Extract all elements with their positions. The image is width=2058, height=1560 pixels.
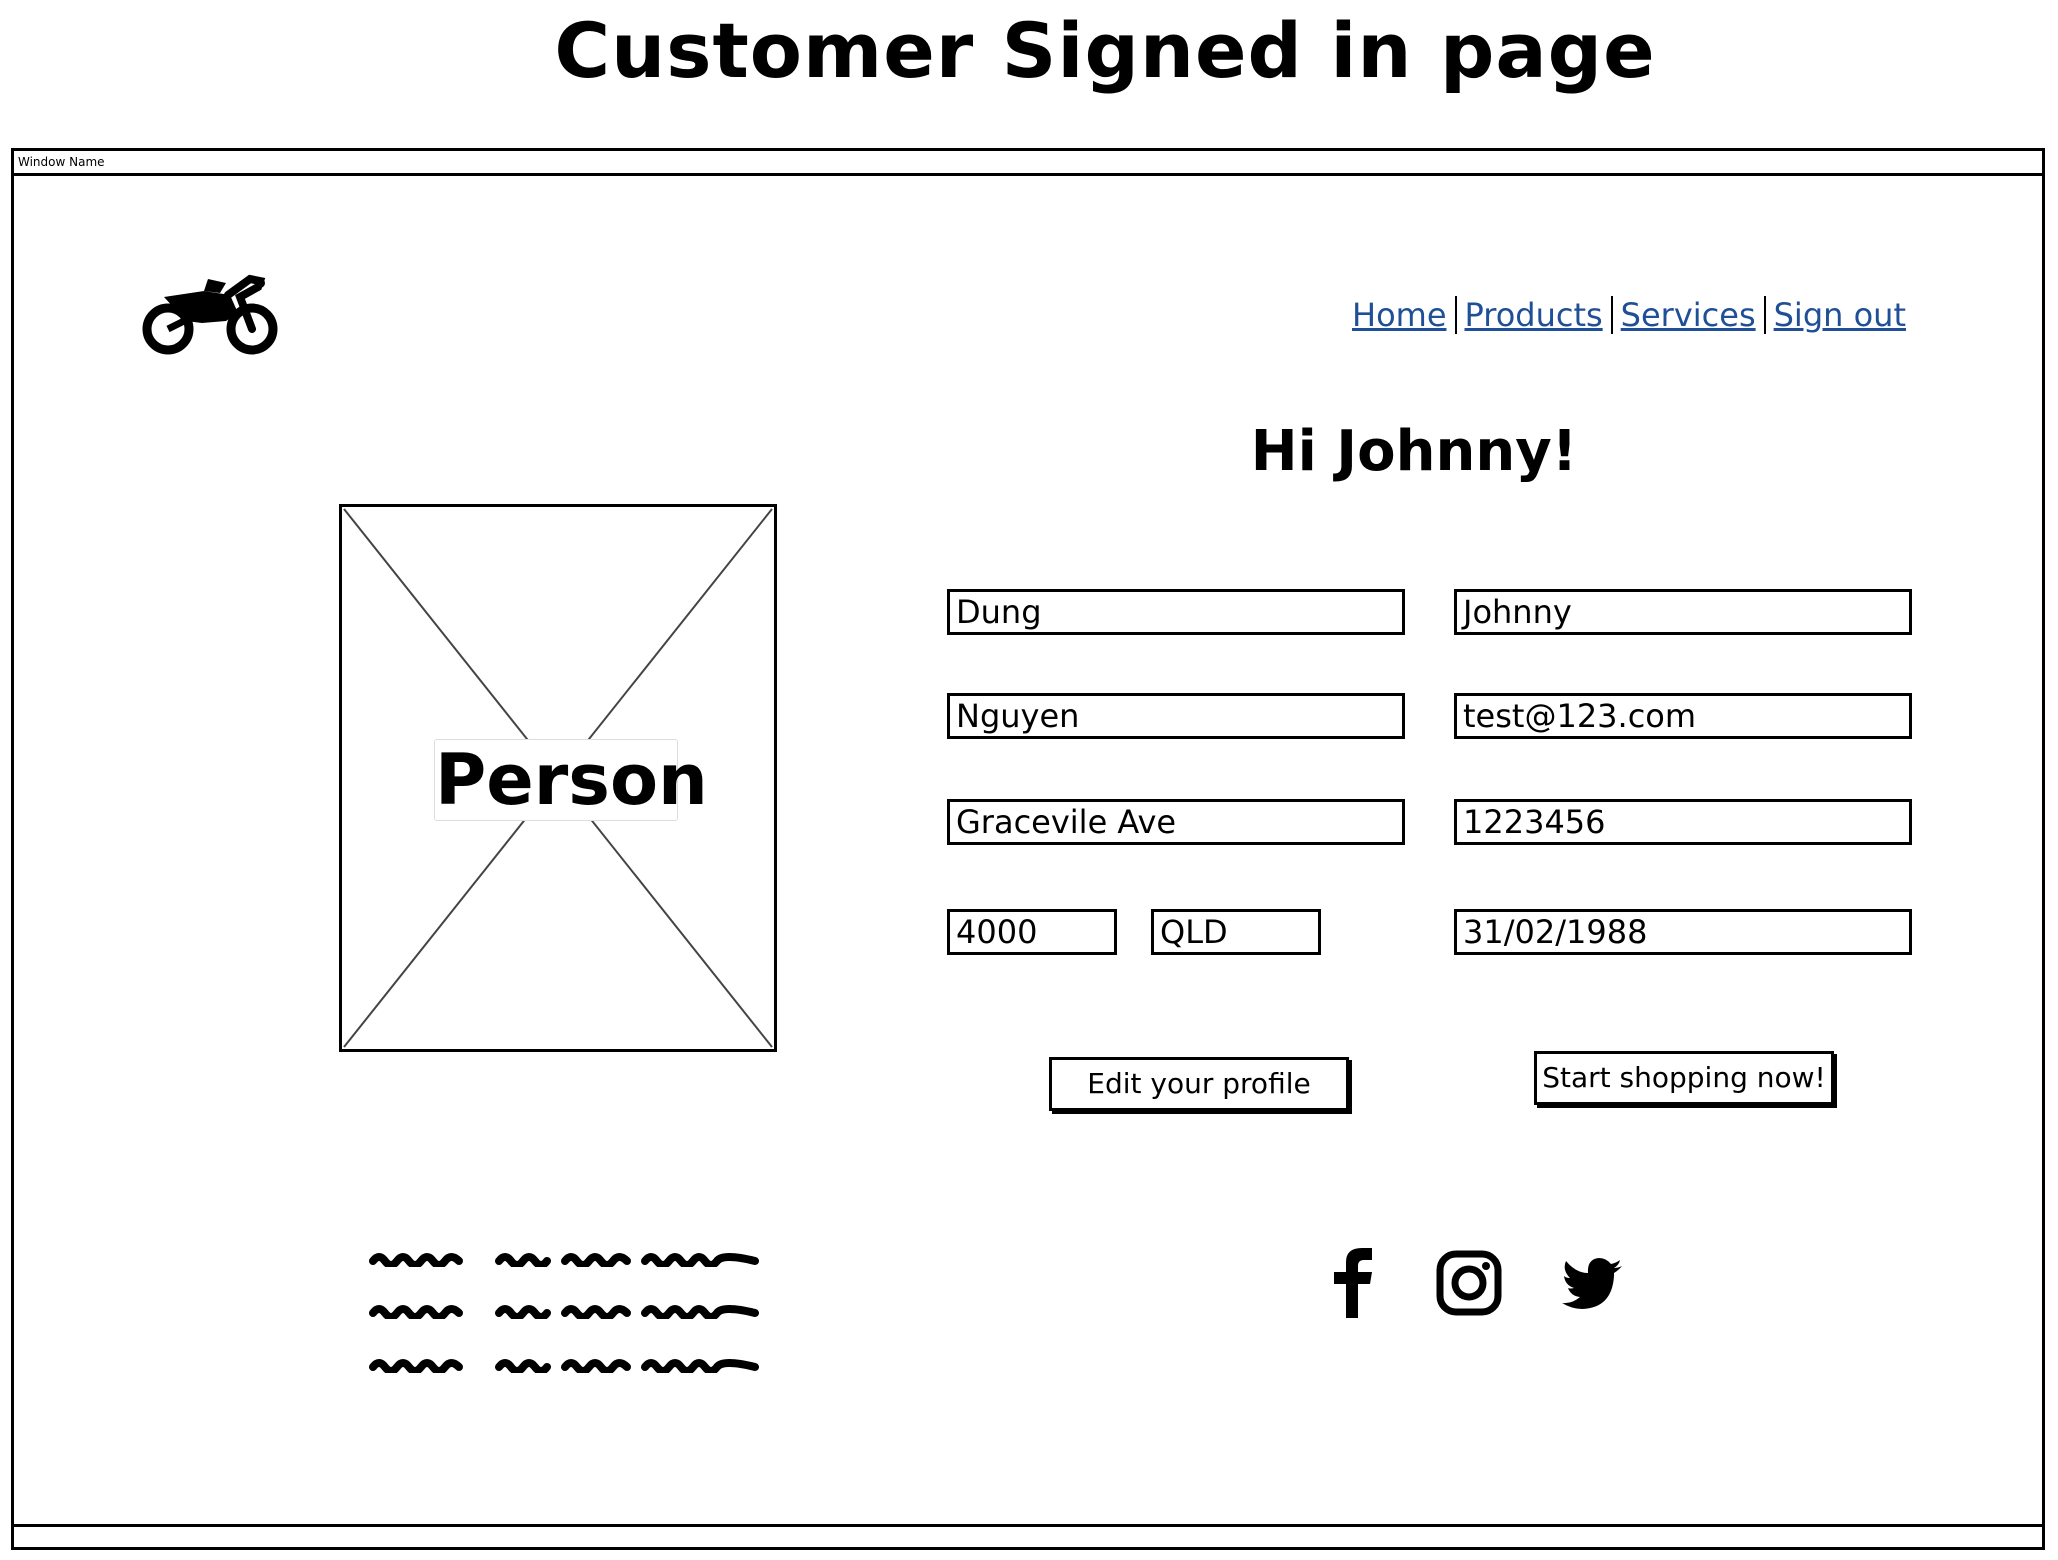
window-status-bar [14,1524,2042,1547]
state-field[interactable]: QLD [1151,909,1321,955]
start-shopping-button[interactable]: Start shopping now! [1534,1051,1834,1105]
nav-home[interactable]: Home [1344,296,1455,334]
nav-services[interactable]: Services [1613,296,1764,334]
footer-text-line [369,1359,759,1373]
footer-text-line [369,1305,759,1319]
first-name-field[interactable]: Johnny [1454,589,1912,635]
footer-text-line [369,1253,759,1267]
edit-profile-button[interactable]: Edit your profile [1049,1057,1349,1111]
motorcycle-icon[interactable] [142,273,282,355]
facebook-icon[interactable] [1330,1246,1376,1318]
last-name-field[interactable]: Nguyen [947,693,1405,739]
surname-field[interactable]: Dung [947,589,1405,635]
nav-sign-out[interactable]: Sign out [1766,296,1914,334]
browser-window: Window Name Home Products Services Sign … [11,148,2045,1550]
window-title: Window Name [14,151,2042,176]
street-field[interactable]: Gracevile Ave [947,799,1405,845]
twitter-icon[interactable] [1560,1246,1626,1318]
greeting-heading: Hi Johnny! [1250,419,1578,484]
email-field[interactable]: test@123.com [1454,693,1912,739]
nav-products[interactable]: Products [1457,296,1611,334]
main-nav: Home Products Services Sign out [1344,291,1914,339]
profile-image-placeholder: Person [339,504,777,1052]
phone-field[interactable]: 1223456 [1454,799,1912,845]
page-heading: Customer Signed in page [554,6,1656,95]
dob-field[interactable]: 31/02/1988 [1454,909,1912,955]
instagram-icon[interactable] [1434,1246,1506,1318]
postcode-field[interactable]: 4000 [947,909,1117,955]
image-placeholder-label: Person [434,739,708,821]
